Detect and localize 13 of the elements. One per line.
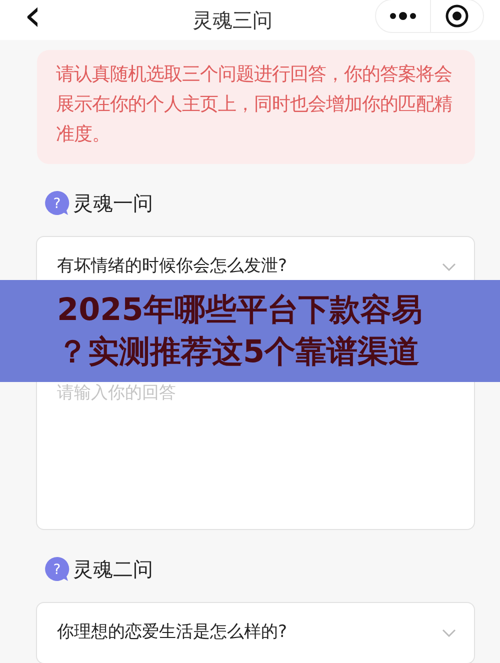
page-title: 灵魂三问 xyxy=(191,7,274,34)
notice-text: 请认真随机选取三个问题进行回答，你的答案将会展示在你的个人主页上，同时也会增加你的匹配精准度。 xyxy=(37,50,475,164)
section-title: 灵魂二问 xyxy=(73,556,153,583)
question-bubble-icon: ? xyxy=(44,556,70,582)
question-bubble-icon: ? xyxy=(44,190,70,216)
section-title: 灵魂一问 xyxy=(73,190,153,217)
headline-overlay: 2025年哪些平台下款容易？实测推荐这5个靠谱渠道 xyxy=(0,280,500,382)
more-icon xyxy=(390,12,416,20)
question-dropdown[interactable]: 你理想的恋爱生活是怎么样的? xyxy=(36,602,475,663)
chevron-down-icon xyxy=(442,263,456,271)
back-button[interactable]: ‹ xyxy=(16,0,50,38)
target-icon xyxy=(445,4,469,28)
chevron-down-icon xyxy=(442,629,456,637)
